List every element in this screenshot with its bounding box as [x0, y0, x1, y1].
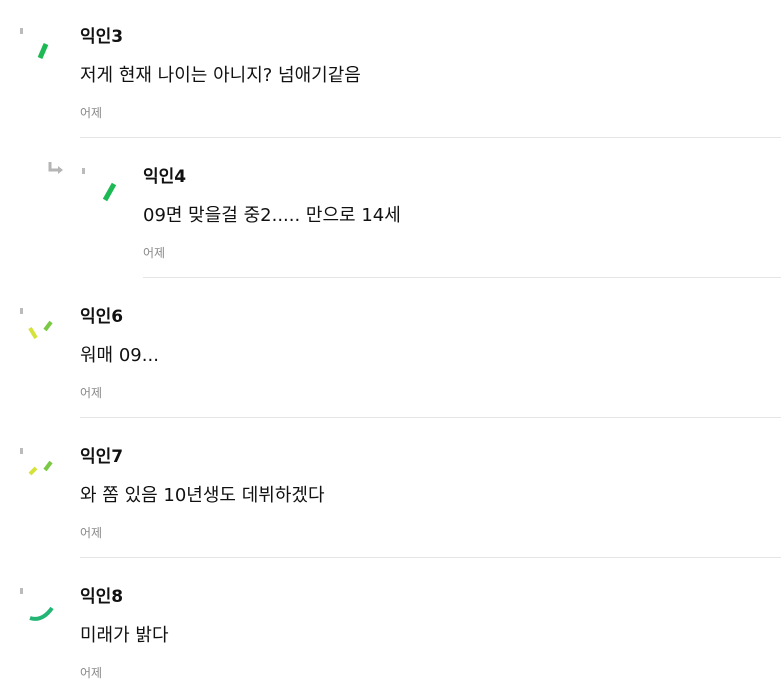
comment-author[interactable]: 익인3	[80, 22, 123, 47]
divider	[80, 417, 781, 418]
comment-item: 익인7 와 쫌 있음 10년생도 데뷔하겠다 어제	[0, 420, 781, 559]
comment-text: 워매 09...	[80, 345, 159, 366]
avatar-icon[interactable]	[18, 586, 58, 626]
comment-text: 09면 맞을걸 중2..... 만으로 14세	[143, 205, 401, 226]
divider	[80, 557, 781, 558]
divider	[143, 277, 781, 278]
comment-text: 미래가 밝다	[80, 625, 169, 646]
comment-item: 익인3 저게 현재 나이는 아니지? 넘애기같음 어제	[0, 0, 781, 139]
comment-author[interactable]: 익인7	[80, 442, 123, 467]
comment-item: 익인6 워매 09... 어제	[0, 280, 781, 419]
avatar-icon[interactable]	[18, 306, 58, 346]
comment-author[interactable]: 익인8	[80, 582, 123, 607]
avatar-icon[interactable]	[18, 26, 58, 66]
reply-arrow-icon	[46, 160, 66, 176]
comment-time: 어제	[80, 526, 103, 540]
comment-item: 익인8 미래가 밝다 어제	[0, 560, 781, 688]
comment-time: 어제	[80, 386, 103, 400]
comment-text: 와 쫌 있음 10년생도 데뷔하겠다	[80, 485, 325, 506]
comment-author[interactable]: 익인4	[143, 162, 186, 187]
comment-reply-item: 익인4 09면 맞을걸 중2..... 만으로 14세 어제	[0, 140, 781, 278]
avatar-icon[interactable]	[18, 446, 58, 486]
comment-text: 저게 현재 나이는 아니지? 넘애기같음	[80, 65, 361, 86]
divider	[80, 137, 781, 138]
comment-time: 어제	[80, 106, 103, 120]
avatar-icon[interactable]	[80, 166, 120, 206]
comment-time: 어제	[80, 666, 103, 680]
comment-time: 어제	[143, 246, 166, 260]
comment-author[interactable]: 익인6	[80, 302, 123, 327]
